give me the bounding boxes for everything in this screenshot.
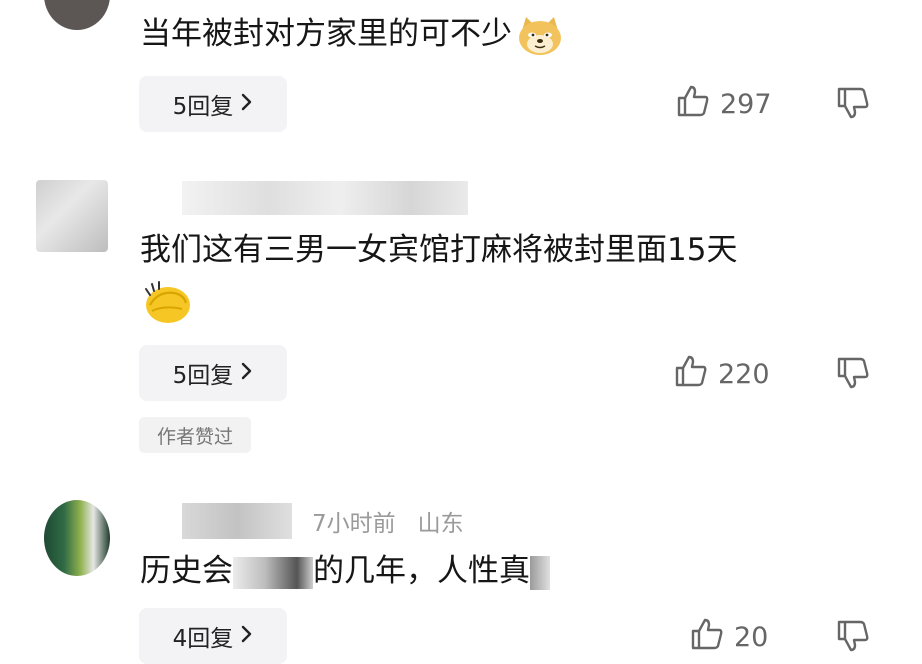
avatar[interactable] (44, 0, 110, 30)
comment-time: 7小时前 (312, 511, 396, 537)
view-replies-button[interactable]: 5回复 (139, 345, 287, 401)
doge-emoji (516, 15, 564, 57)
reply-count-label: 5回复 (172, 363, 234, 389)
username-redacted (182, 503, 292, 539)
view-replies-button[interactable]: 4回复 (139, 608, 287, 664)
author-liked-badge: 作者赞过 (139, 417, 251, 453)
comment-text-content: 历史会 (140, 553, 233, 589)
chevron-right-icon (241, 92, 253, 117)
reply-count-label: 4回复 (172, 626, 234, 652)
thumbs-down-icon (836, 620, 870, 657)
comment-text: 当年被封对方家里的可不少 (140, 14, 564, 57)
thumbs-down-icon (836, 357, 870, 394)
text-redacted (530, 555, 550, 590)
like-button[interactable]: 297 (676, 84, 772, 125)
author-liked-label: 作者赞过 (156, 425, 233, 448)
dislike-button[interactable] (836, 619, 870, 657)
comment-text: 历史会 的几年，人性真 (140, 551, 550, 591)
like-count: 220 (718, 359, 770, 390)
thumbs-up-icon (674, 354, 718, 395)
thumbs-up-icon (676, 84, 720, 125)
dislike-button[interactable] (836, 86, 870, 124)
like-button[interactable]: 220 (674, 354, 770, 395)
avatar[interactable] (44, 500, 110, 576)
text-redacted (233, 556, 313, 589)
clap-emoji (140, 279, 194, 331)
comment-text-content: 我们这有三男一女宾馆打麻将被封里面15天 (140, 232, 738, 268)
avatar[interactable] (36, 180, 108, 252)
view-replies-button[interactable]: 5回复 (139, 76, 287, 132)
like-button[interactable]: 20 (690, 617, 768, 658)
like-count: 297 (720, 89, 772, 120)
comment-text-tail: 的几年，人性真 (313, 553, 530, 589)
comment-location: 山东 (417, 511, 464, 537)
comment-text: 我们这有三男一女宾馆打麻将被封里面15天 (140, 230, 737, 270)
comment-text-content: 当年被封对方家里的可不少 (140, 16, 512, 52)
thumbs-down-icon (836, 87, 870, 124)
chevron-right-icon (241, 361, 253, 386)
reply-count-label: 5回复 (172, 94, 234, 120)
dislike-button[interactable] (836, 356, 870, 394)
thumbs-up-icon (690, 617, 734, 658)
chevron-right-icon (241, 624, 253, 649)
comment-meta: 7小时前 山东 (312, 504, 464, 538)
like-count: 20 (734, 622, 769, 653)
username-redacted (182, 181, 468, 215)
